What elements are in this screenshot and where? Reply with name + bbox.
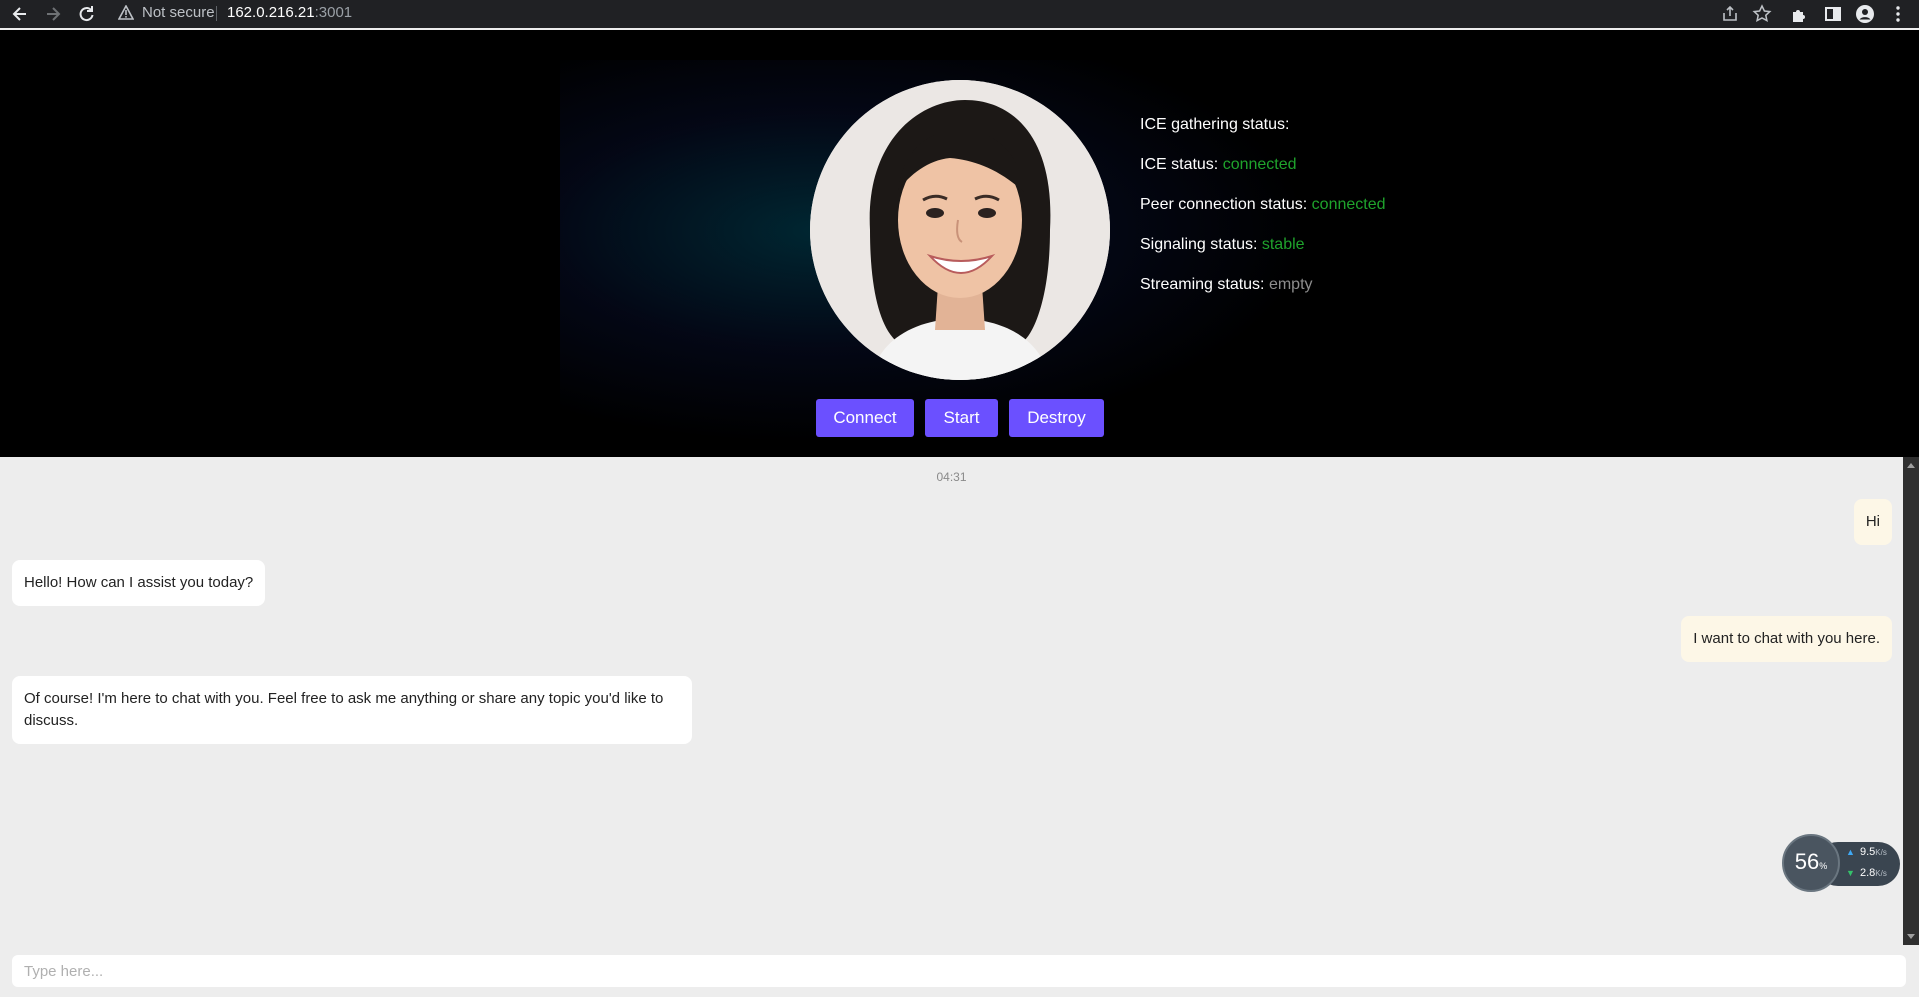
- message-composer: [0, 945, 1919, 997]
- ice-gathering-label: ICE gathering status:: [1140, 116, 1290, 133]
- upload-rate: 9.5K/s: [1860, 846, 1887, 858]
- upload-rate-unit: K/s: [1875, 848, 1887, 857]
- message-bubble-user: I want to chat with you here.: [1681, 616, 1892, 662]
- start-button[interactable]: Start: [925, 399, 998, 437]
- connect-button[interactable]: Connect: [816, 399, 914, 437]
- bookmark-star-icon[interactable]: [1752, 4, 1772, 24]
- signaling-status: Signaling status: stable: [1140, 225, 1386, 265]
- message-bubble-assistant: Of course! I'm here to chat with you. Fe…: [12, 676, 692, 744]
- side-panel-icon[interactable]: [1823, 4, 1843, 24]
- divider: [216, 6, 217, 21]
- ice-status: ICE status: connected: [1140, 145, 1386, 185]
- peer-value: connected: [1311, 196, 1386, 213]
- back-icon[interactable]: [10, 4, 30, 24]
- signaling-label: Signaling status:: [1140, 236, 1258, 253]
- scroll-up-arrow-icon[interactable]: [1907, 463, 1915, 468]
- message-bubble-assistant: Hello! How can I assist you today?: [12, 560, 266, 606]
- upload-rate-value: 9.5: [1860, 846, 1876, 858]
- download-rate-unit: K/s: [1875, 869, 1887, 878]
- reload-icon[interactable]: [76, 4, 96, 24]
- scroll-down-arrow-icon[interactable]: [1907, 934, 1915, 939]
- url-host: 162.0.216.21: [227, 4, 315, 21]
- chat-scrollbar[interactable]: [1903, 457, 1919, 945]
- url-port: :3001: [314, 4, 353, 21]
- peer-connection-status: Peer connection status: connected: [1140, 185, 1386, 225]
- warning-icon: [117, 4, 135, 27]
- peer-label: Peer connection status:: [1140, 196, 1308, 213]
- url-text: 162.0.216.21:3001: [227, 2, 352, 24]
- upload-arrow-icon: ▲: [1846, 847, 1855, 857]
- usage-percent: 56%: [1782, 849, 1840, 875]
- address-bar[interactable]: Not secure 162.0.216.21:3001: [108, 2, 1774, 24]
- signaling-value: stable: [1261, 236, 1305, 253]
- streaming-label: Streaming status:: [1140, 276, 1265, 293]
- menu-kebab-icon[interactable]: [1888, 4, 1908, 24]
- extensions-icon[interactable]: [1790, 4, 1810, 24]
- ice-value: connected: [1222, 156, 1297, 173]
- chat-timestamp: 04:31: [936, 470, 967, 484]
- forward-icon[interactable]: [43, 4, 63, 24]
- ice-label: ICE status:: [1140, 156, 1219, 173]
- download-arrow-icon: ▼: [1846, 868, 1855, 878]
- security-label: Not secure: [142, 4, 215, 21]
- chat-log: 04:31 Hi Hello! How can I assist you tod…: [0, 457, 1903, 945]
- profile-icon[interactable]: [1855, 4, 1875, 24]
- network-speed-widget[interactable]: 56% ▲ 9.5K/s ▼ 2.8K/s: [1782, 834, 1900, 894]
- usage-percent-value: 56: [1794, 849, 1820, 874]
- browser-toolbar: Not secure 162.0.216.21:3001: [0, 0, 1919, 28]
- message-input[interactable]: [12, 955, 1906, 987]
- video-stage: ICE gathering status: ICE status: connec…: [0, 30, 1919, 457]
- avatar-video: [810, 80, 1110, 380]
- usage-percent-unit: %: [1819, 861, 1828, 871]
- download-rate-value: 2.8: [1860, 867, 1876, 879]
- streaming-status: Streaming status: empty: [1140, 265, 1386, 305]
- destroy-button[interactable]: Destroy: [1009, 399, 1104, 437]
- message-bubble-user: Hi: [1853, 499, 1892, 545]
- ice-gathering-status: ICE gathering status:: [1140, 105, 1386, 145]
- share-icon[interactable]: [1720, 4, 1740, 24]
- download-rate: 2.8K/s: [1860, 867, 1887, 879]
- streaming-value: empty: [1268, 276, 1313, 293]
- connection-status-panel: ICE gathering status: ICE status: connec…: [1140, 105, 1386, 305]
